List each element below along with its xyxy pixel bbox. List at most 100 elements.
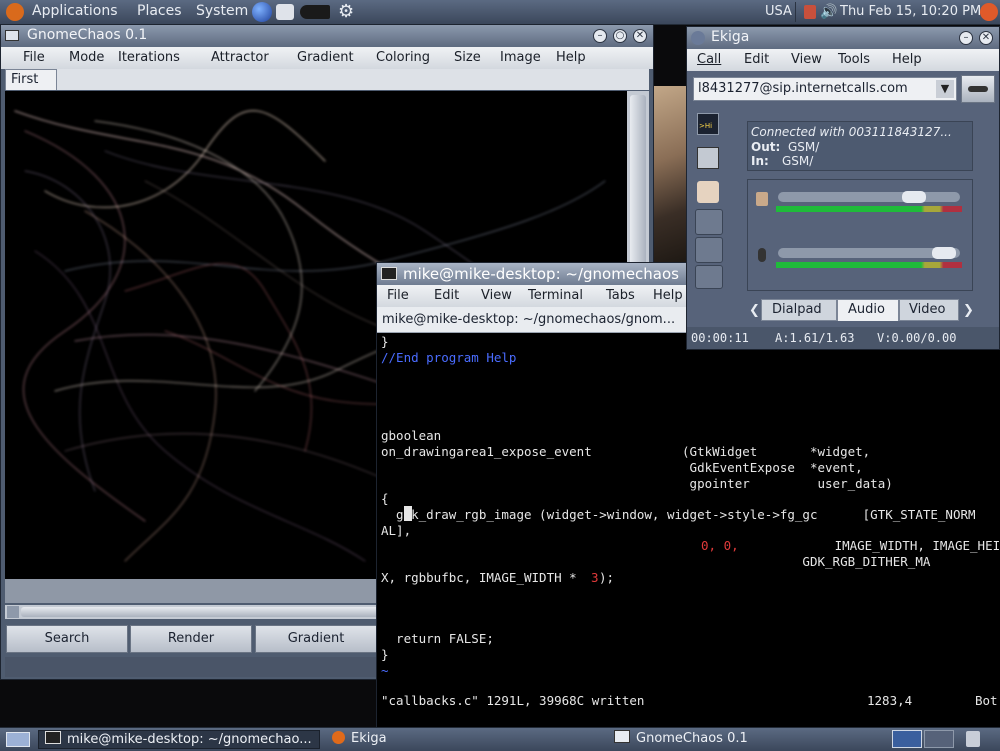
show-desktop-icon[interactable] [6,732,30,747]
menu-help[interactable]: Help [653,288,683,303]
menu-edit[interactable]: Edit [434,288,459,303]
menu-coloring[interactable]: Coloring [376,50,430,65]
terminal-text-area[interactable]: } //End program Help gboolean on_drawing… [377,333,1000,729]
menu-call[interactable]: Call [697,52,721,67]
workspace-switcher[interactable] [892,730,922,748]
maximize-button[interactable]: ○ [613,29,627,43]
places-menu[interactable]: Places [137,3,182,19]
gear-icon[interactable]: ⚙ [338,2,354,22]
code-line: on_drawingarea1_expose_event (GtkWidget … [381,444,871,459]
vim-scroll-position: Bot [975,693,998,708]
ubuntu-logo-icon[interactable] [6,3,24,21]
menu-tabs[interactable]: Tabs [606,288,635,303]
taskbar-label: GnomeChaos 0.1 [636,731,748,746]
close-button[interactable]: ✕ [633,29,647,43]
email-launcher-icon[interactable] [276,4,294,20]
logout-icon[interactable] [980,3,998,21]
dialpad-icon[interactable] [697,147,719,169]
taskbar-button-ekiga[interactable]: Ekiga [326,730,596,749]
menu-tools[interactable]: Tools [838,52,870,67]
notebook-tab-first[interactable]: First [5,69,57,90]
divider [795,2,796,22]
render-button[interactable]: Render [130,625,252,653]
search-button[interactable]: Search [6,625,128,653]
menu-view[interactable]: View [791,52,822,67]
window-menu-icon[interactable] [5,30,19,41]
in-codec-label: In: [751,154,769,168]
menu-help[interactable]: Help [556,50,586,65]
slider-thumb[interactable] [932,247,956,259]
keyboard-layout-indicator[interactable]: USA [765,4,792,19]
code-line: gdk_draw_rgb_image (widget->window, widg… [381,507,976,522]
menu-gradient[interactable]: Gradient [297,50,354,65]
tab-label: First [11,72,39,87]
mic-volume-slider[interactable] [778,247,960,259]
out-codec-value: GSM/ [788,140,820,154]
clock[interactable]: Thu Feb 15, 10:20 PM [840,4,981,19]
window-title: Ekiga [711,29,750,45]
taskbar-label: mike@mike-desktop: ~/gnomechao... [67,732,312,747]
ekiga-titlebar[interactable]: Ekiga – ✕ [687,27,999,49]
menu-view[interactable]: View [481,288,512,303]
mic-level-meter [776,262,962,268]
system-menu[interactable]: System [196,3,248,19]
tab-video[interactable]: Video [899,299,959,321]
speaker-level-meter [776,206,962,212]
gnomechaos-titlebar[interactable]: GnomeChaos 0.1 – ○ ✕ [1,25,653,47]
minimize-button[interactable]: – [593,29,607,43]
menu-help[interactable]: Help [892,52,922,67]
mouse-pointer-app-icon[interactable] [300,5,330,19]
menu-file[interactable]: File [387,288,409,303]
menu-iterations[interactable]: Iterations [118,50,180,65]
terminal-window-icon[interactable] [381,267,397,280]
menu-attractor[interactable]: Attractor [211,50,269,65]
address-book-icon[interactable] [697,181,719,203]
speaker-volume-slider[interactable] [778,191,960,203]
close-button[interactable]: ✕ [979,31,993,45]
speaker-icon [756,192,768,206]
tab-scroll-right-icon[interactable]: ❯ [963,303,974,318]
bottom-panel: mike@mike-desktop: ~/gnomechao... Ekiga … [0,727,1000,751]
hangup-button[interactable] [961,75,995,103]
menu-size[interactable]: Size [454,50,481,65]
audio-settings-icon[interactable] [695,237,723,263]
menu-mode[interactable]: Mode [69,50,104,65]
code-line: gboolean [381,428,442,443]
camera-icon[interactable] [695,209,723,235]
chat-button[interactable]: >Hi [697,113,719,135]
applications-menu[interactable]: Applications [32,3,118,19]
menu-terminal[interactable]: Terminal [528,288,583,303]
scroll-left-arrow-icon[interactable] [7,606,19,618]
audio-jitter: A:1.61/1.63 [775,331,855,345]
menu-image[interactable]: Image [500,50,541,65]
menu-edit[interactable]: Edit [744,52,769,67]
taskbar-button-terminal[interactable]: mike@mike-desktop: ~/gnomechao... [38,730,320,749]
taskbar-button-gnomechaos[interactable]: GnomeChaos 0.1 [608,730,878,749]
trash-icon[interactable] [966,731,980,747]
tab-label: Video [909,302,946,317]
window-title: GnomeChaos 0.1 [27,27,148,43]
tab-label: Audio [848,302,885,317]
code-comment: //End program Help [381,350,517,365]
in-codec-value: GSM/ [782,154,814,168]
workspace-2[interactable] [924,730,954,748]
minimize-button[interactable]: – [959,31,973,45]
code-line: GDK_RGB_DITHER_MA [381,554,931,569]
tab-dialpad[interactable]: Dialpad [761,299,837,321]
desktop-wallpaper-fragment [654,86,688,266]
ekiga-window-icon[interactable] [691,31,705,45]
menu-file[interactable]: File [23,50,45,65]
scroll-thumb[interactable] [630,95,646,285]
web-browser-launcher-icon[interactable] [252,2,272,22]
video-settings-icon[interactable] [695,265,723,289]
sip-address-combo[interactable]: l8431277@sip.internetcalls.com ▼ [693,77,957,101]
gradient-button[interactable]: Gradient [255,625,377,653]
tab-audio[interactable]: Audio [837,299,899,321]
tab-scroll-left-icon[interactable]: ❮ [749,303,760,318]
slider-thumb[interactable] [902,191,926,203]
chevron-down-icon[interactable]: ▼ [936,80,954,98]
video-jitter: V:0.00/0.00 [877,331,957,345]
volume-icon[interactable]: 🔊 [820,3,837,21]
network-icon[interactable] [804,5,816,19]
out-codec-label: Out: [751,140,781,154]
